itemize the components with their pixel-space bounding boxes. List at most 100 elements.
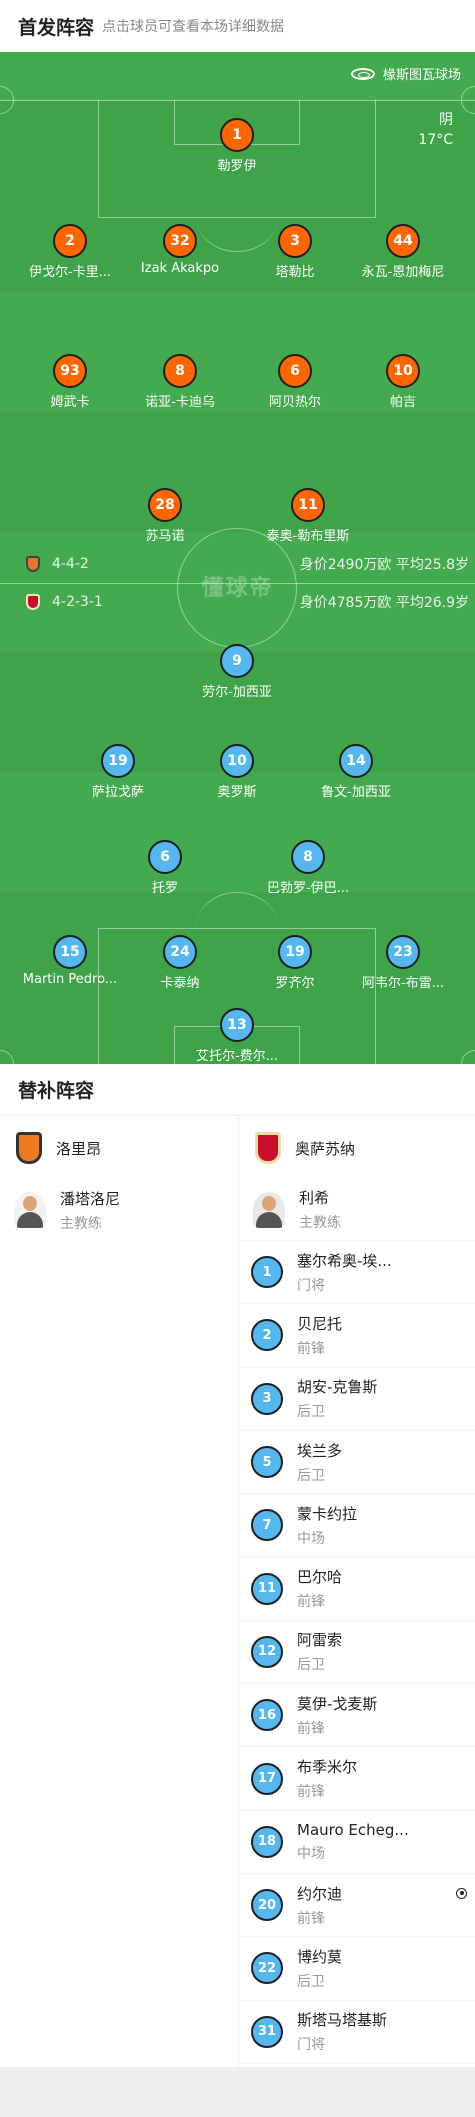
away-player[interactable]: 24 卡泰纳	[120, 935, 240, 991]
sub-position: 后卫	[297, 1467, 325, 1484]
home-coach-role: 主教练	[60, 1215, 102, 1232]
home-team-stats: 身价2490万欧 平均25.8岁	[299, 557, 469, 573]
home-subs-team[interactable]: 洛里昂	[0, 1117, 237, 1179]
player-name: 罗齐尔	[275, 976, 315, 991]
sub-player-row[interactable]: 11 巴尔哈 前锋	[239, 1557, 475, 1621]
player-number: 9	[220, 644, 254, 678]
player-name: 勒罗伊	[217, 159, 257, 174]
player-name: 劳尔-加西亚	[202, 685, 272, 700]
sub-name: 胡安-克鲁斯	[297, 1378, 378, 1397]
sub-position: 前锋	[297, 1784, 325, 1801]
player-name: 塔勒比	[275, 265, 315, 280]
home-player[interactable]: 1 勒罗伊	[177, 118, 297, 174]
sub-number: 20	[251, 1889, 283, 1922]
away-player[interactable]: 19 萨拉戈萨	[58, 744, 178, 800]
sub-player-row[interactable]: 1 塞尔希奥-埃... 门将	[239, 1241, 475, 1305]
player-number: 14	[339, 744, 373, 778]
sub-player-row[interactable]: 2 贝尼托 前锋	[239, 1304, 475, 1368]
away-team-stats: 身价4785万欧 平均26.9岁	[299, 595, 469, 611]
home-player[interactable]: 28 苏马诺	[105, 488, 225, 544]
home-coach[interactable]: 潘塔洛尼 主教练	[0, 1179, 237, 1241]
page-footer	[0, 2067, 475, 2117]
away-player[interactable]: 23 阿韦尔-布雷...	[343, 935, 463, 991]
sub-number: 31	[251, 2015, 283, 2048]
away-player[interactable]: 14 鲁文-加西亚	[296, 744, 416, 800]
home-player[interactable]: 32 Izak Akakpo	[120, 224, 240, 276]
player-number: 8	[291, 840, 325, 874]
sub-name: 斯塔马塔基斯	[297, 2011, 388, 2030]
sub-player-row[interactable]: 22 博约莫 后卫	[239, 1937, 475, 2001]
home-crest-icon	[26, 556, 40, 572]
sub-player-row[interactable]: 18 Mauro Echeg... 中场	[239, 1811, 475, 1874]
player-name: 阿韦尔-布雷...	[361, 976, 445, 991]
sub-name: 塞尔希奥-埃...	[297, 1251, 392, 1270]
sub-player-row[interactable]: 7 蒙卡约拉 中场	[239, 1494, 475, 1558]
away-player[interactable]: 19 罗齐尔	[235, 935, 355, 991]
goal-ball-icon	[456, 1887, 467, 1899]
sub-number: 2	[251, 1319, 283, 1352]
player-name: 永瓦-恩加梅尼	[361, 265, 445, 280]
away-player[interactable]: 9 劳尔-加西亚	[177, 644, 297, 700]
player-name: 泰奥-勒布里斯	[266, 529, 350, 544]
player-number: 3	[278, 224, 312, 258]
home-player[interactable]: 2 伊戈尔-卡里...	[10, 224, 130, 280]
away-subs-team-name: 奥萨苏纳	[295, 1139, 356, 1158]
sub-player-row[interactable]: 3 胡安-克鲁斯 后卫	[239, 1368, 475, 1431]
player-number: 11	[291, 488, 325, 522]
player-name: 阿贝热尔	[268, 395, 321, 410]
sub-number: 18	[251, 1825, 283, 1858]
away-player[interactable]: 8 巴勃罗-伊巴...	[248, 840, 368, 896]
player-number: 8	[163, 354, 197, 388]
sub-position: 后卫	[297, 1657, 325, 1674]
corner-arc	[461, 1050, 475, 1064]
home-player[interactable]: 6 阿贝热尔	[235, 354, 355, 410]
away-player[interactable]: 15 Martin Pedro...	[10, 935, 130, 987]
sub-player-row[interactable]: 16 莫伊-戈麦斯 前锋	[239, 1684, 475, 1748]
away-player[interactable]: 10 奥罗斯	[177, 744, 297, 800]
player-name: 托罗	[151, 881, 178, 896]
player-number: 24	[163, 935, 197, 969]
player-name: 诺亚-卡迪乌	[145, 395, 215, 410]
player-number: 10	[220, 744, 254, 778]
sub-player-row[interactable]: 31 斯塔马塔基斯 门将	[239, 2001, 475, 2064]
home-coach-name: 潘塔洛尼	[60, 1189, 121, 1208]
sub-player-row[interactable]: 5 埃兰多 后卫	[239, 1431, 475, 1495]
sub-name: 蒙卡约拉	[297, 1504, 358, 1523]
away-coach[interactable]: 利希 主教练	[239, 1179, 475, 1241]
player-name: 鲁文-加西亚	[321, 785, 391, 800]
away-subs-team[interactable]: 奥萨苏纳	[239, 1117, 475, 1179]
home-player[interactable]: 44 永瓦-恩加梅尼	[343, 224, 463, 280]
weather-condition: 阴	[439, 112, 453, 128]
sub-player-row[interactable]: 20 约尔迪 前锋	[239, 1874, 475, 1938]
home-player[interactable]: 11 泰奥-勒布里斯	[248, 488, 368, 544]
player-number: 1	[220, 118, 254, 152]
away-team-line: 4-2-3-1 身价4785万欧 平均26.9岁	[26, 592, 469, 612]
lineup-title: 首发阵容	[18, 16, 95, 39]
home-player[interactable]: 93 姆武卡	[10, 354, 130, 410]
away-player[interactable]: 13 艾托尔-费尔...	[177, 1008, 297, 1064]
lineup-hint: 点击球员可查看本场详细数据	[102, 19, 285, 35]
weather-temperature: 17°C	[418, 132, 453, 148]
player-number: 15	[53, 935, 87, 969]
home-player[interactable]: 8 诺亚-卡迪乌	[120, 354, 240, 410]
avatar	[253, 1191, 285, 1228]
away-player[interactable]: 6 托罗	[105, 840, 225, 896]
sub-position: 后卫	[297, 1404, 325, 1421]
player-name: 奥罗斯	[217, 785, 257, 800]
sub-number: 11	[251, 1572, 283, 1605]
player-name: Izak Akakpo	[140, 261, 220, 276]
player-name: 艾托尔-费尔...	[195, 1049, 279, 1064]
player-name: 姆武卡	[50, 395, 90, 410]
home-player[interactable]: 10 帕吉	[343, 354, 463, 410]
home-team-line: 4-4-2 身价2490万欧 平均25.8岁	[26, 554, 469, 574]
sub-name: 布季米尔	[297, 1758, 358, 1777]
away-subs-column: 奥萨苏纳 利希 主教练 1 塞尔希奥-埃... 门将 2 贝尼托 前锋 3 胡安-克鲁斯 后卫 5…	[238, 1117, 475, 2067]
sub-player-row[interactable]: 17 布季米尔 前锋	[239, 1747, 475, 1811]
corner-arc	[0, 1050, 14, 1064]
sub-position: 门将	[297, 1277, 325, 1294]
sub-player-row[interactable]: 12 阿雷索 后卫	[239, 1621, 475, 1685]
sub-number: 1	[251, 1256, 283, 1289]
lineup-header: 首发阵容 点击球员可查看本场详细数据	[0, 0, 475, 52]
home-player[interactable]: 3 塔勒比	[235, 224, 355, 280]
sub-name: 博约莫	[297, 1947, 343, 1966]
